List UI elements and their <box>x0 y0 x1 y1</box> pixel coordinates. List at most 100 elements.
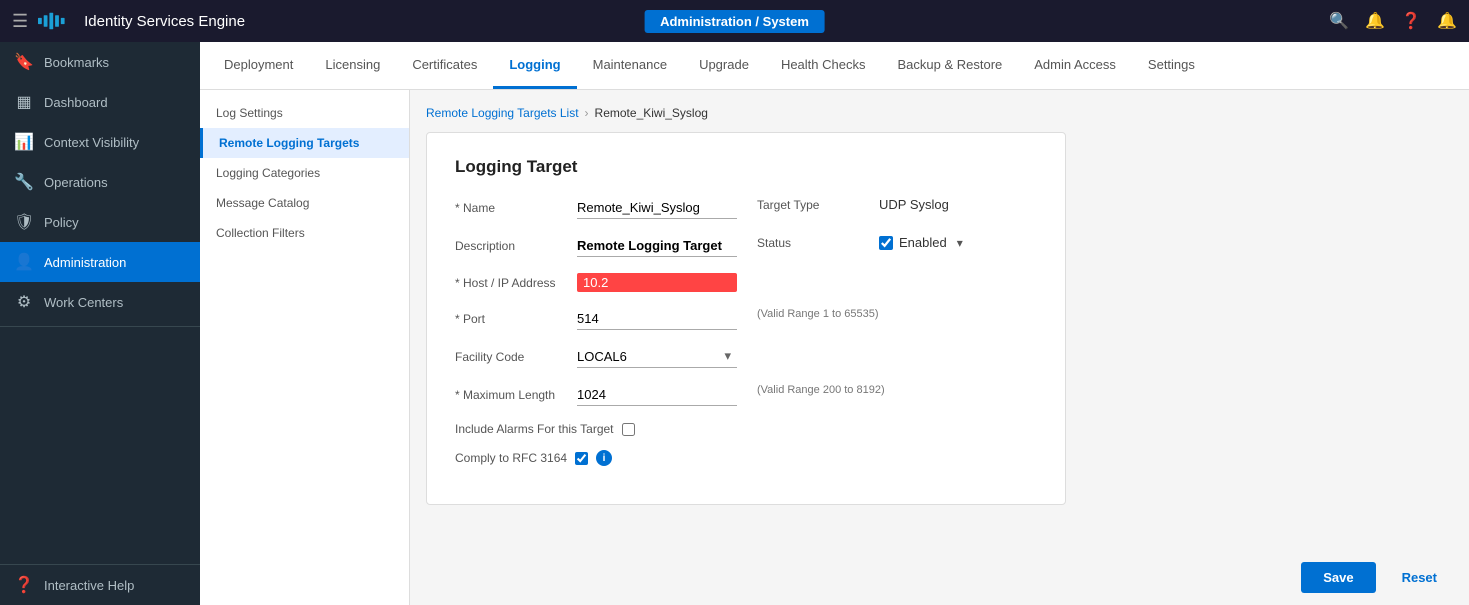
name-label: * Name <box>455 201 565 215</box>
page-body: Remote Logging Targets List › Remote_Kiw… <box>410 90 1469 605</box>
sidebar-label-context-visibility: Context Visibility <box>44 135 139 150</box>
tab-settings[interactable]: Settings <box>1132 42 1211 89</box>
sidebar-label-dashboard: Dashboard <box>44 95 108 110</box>
main-layout: 🔖 Bookmarks ▦ Dashboard 📊 Context Visibi… <box>0 42 1469 605</box>
interactive-help-icon: ❓ <box>14 575 34 595</box>
status-label: Status <box>757 236 867 250</box>
form-row-facility: Facility Code LOCAL6 LOCAL0 LOCAL1 LOCAL… <box>455 346 1037 368</box>
sidebar-item-bookmarks[interactable]: 🔖 Bookmarks <box>0 42 200 82</box>
form-col-name: * Name <box>455 197 737 219</box>
name-input[interactable] <box>577 197 737 219</box>
operations-icon: 🔧 <box>14 172 34 192</box>
reset-button[interactable]: Reset <box>1386 562 1453 593</box>
facility-label: Facility Code <box>455 350 565 364</box>
sidebar-label-bookmarks: Bookmarks <box>44 55 109 70</box>
breadcrumb-separator: › <box>585 106 589 120</box>
host-label: * Host / IP Address <box>455 276 565 290</box>
top-icons: 🔍 🔔 ❓ 🔔 <box>1329 11 1457 31</box>
max-length-label: * Maximum Length <box>455 388 565 402</box>
alerts-icon[interactable]: 🔔 <box>1437 11 1457 31</box>
sub-nav-remote-logging-targets[interactable]: Remote Logging Targets <box>200 128 409 158</box>
sidebar-bottom: ❓ Interactive Help <box>0 564 200 605</box>
sub-nav-logging-categories[interactable]: Logging Categories <box>200 158 409 188</box>
sidebar-item-operations[interactable]: 🔧 Operations <box>0 162 200 202</box>
include-alarms-row: Include Alarms For this Target <box>455 422 1037 436</box>
tab-bar: Deployment Licensing Certificates Loggin… <box>200 42 1469 90</box>
form-col-port-hint: (Valid Range 1 to 65535) <box>757 308 1037 320</box>
tab-certificates[interactable]: Certificates <box>396 42 493 89</box>
form-col-target-type: Target Type UDP Syslog <box>757 197 1037 212</box>
status-value: Enabled <box>899 235 947 250</box>
sidebar-label-administration: Administration <box>44 255 126 270</box>
form-col-host: * Host / IP Address <box>455 273 1037 292</box>
sidebar-item-dashboard[interactable]: ▦ Dashboard <box>0 82 200 122</box>
port-input[interactable] <box>577 308 737 330</box>
form-row-host: * Host / IP Address <box>455 273 1037 292</box>
sub-nav: Log Settings Remote Logging Targets Logg… <box>200 90 410 605</box>
save-button[interactable]: Save <box>1301 562 1375 593</box>
form-col-port: * Port <box>455 308 737 330</box>
host-input[interactable] <box>577 273 737 292</box>
top-header: ☰ Identity Services Engine Administratio… <box>0 0 1469 42</box>
tab-health-checks[interactable]: Health Checks <box>765 42 882 89</box>
sidebar-item-work-centers[interactable]: ⚙ Work Centers <box>0 282 200 322</box>
form-col-status: Status Enabled ▾ <box>757 235 1037 250</box>
target-type-value: UDP Syslog <box>879 197 949 212</box>
facility-select-wrapper: LOCAL6 LOCAL0 LOCAL1 LOCAL2 LOCAL3 LOCAL… <box>577 346 737 368</box>
comply-rfc-info-icon[interactable]: i <box>596 450 612 466</box>
cisco-logo-icon <box>38 11 76 31</box>
sidebar-item-interactive-help[interactable]: ❓ Interactive Help <box>0 565 200 605</box>
sidebar: 🔖 Bookmarks ▦ Dashboard 📊 Context Visibi… <box>0 42 200 605</box>
description-input[interactable] <box>577 235 737 257</box>
tab-deployment[interactable]: Deployment <box>208 42 309 89</box>
max-length-input[interactable] <box>577 384 737 406</box>
sidebar-divider <box>0 326 200 327</box>
form-row-name: * Name Target Type UDP Syslog <box>455 197 1037 219</box>
sidebar-item-context-visibility[interactable]: 📊 Context Visibility <box>0 122 200 162</box>
sidebar-label-interactive-help: Interactive Help <box>44 578 134 593</box>
breadcrumb-link[interactable]: Remote Logging Targets List <box>426 106 579 120</box>
tab-upgrade[interactable]: Upgrade <box>683 42 765 89</box>
work-centers-icon: ⚙ <box>14 292 34 312</box>
sidebar-item-administration[interactable]: 👤 Administration <box>0 242 200 282</box>
tab-licensing[interactable]: Licensing <box>309 42 396 89</box>
description-label: Description <box>455 239 565 253</box>
comply-rfc-label: Comply to RFC 3164 <box>455 451 567 465</box>
form-col-max-length: * Maximum Length <box>455 384 737 406</box>
bookmarks-icon: 🔖 <box>14 52 34 72</box>
status-badge: Enabled ▾ <box>879 235 963 250</box>
logging-target-card: Logging Target * Name Target Type UDP Sy… <box>426 132 1066 505</box>
sub-nav-collection-filters[interactable]: Collection Filters <box>200 218 409 248</box>
port-hint: (Valid Range 1 to 65535) <box>757 308 879 320</box>
form-row-max-length: * Maximum Length (Valid Range 200 to 819… <box>455 384 1037 406</box>
include-alarms-checkbox[interactable] <box>622 423 635 436</box>
breadcrumb-current: Remote_Kiwi_Syslog <box>595 106 708 120</box>
form-row-port: * Port (Valid Range 1 to 65535) <box>455 308 1037 330</box>
tab-backup-restore[interactable]: Backup & Restore <box>881 42 1018 89</box>
header-breadcrumb: Administration / System <box>644 10 825 33</box>
hamburger-menu[interactable]: ☰ <box>12 11 28 32</box>
dashboard-icon: ▦ <box>14 92 34 112</box>
administration-icon: 👤 <box>14 252 34 272</box>
sidebar-item-policy[interactable]: 🛡 Policy <box>0 202 200 242</box>
brand: Identity Services Engine <box>38 11 245 31</box>
context-visibility-icon: 📊 <box>14 132 34 152</box>
tab-maintenance[interactable]: Maintenance <box>577 42 683 89</box>
sub-nav-message-catalog[interactable]: Message Catalog <box>200 188 409 218</box>
tab-logging[interactable]: Logging <box>493 42 576 89</box>
notifications-icon[interactable]: 🔔 <box>1365 11 1385 31</box>
help-icon[interactable]: ❓ <box>1401 11 1421 31</box>
facility-select[interactable]: LOCAL6 LOCAL0 LOCAL1 LOCAL2 LOCAL3 LOCAL… <box>577 346 737 368</box>
status-checkbox[interactable] <box>879 236 893 250</box>
search-icon[interactable]: 🔍 <box>1329 11 1349 31</box>
max-length-hint: (Valid Range 200 to 8192) <box>757 384 885 396</box>
action-bar: Save Reset <box>1285 550 1469 605</box>
tab-admin-access[interactable]: Admin Access <box>1018 42 1132 89</box>
sidebar-label-operations: Operations <box>44 175 108 190</box>
comply-rfc-checkbox[interactable] <box>575 452 588 465</box>
sub-nav-log-settings[interactable]: Log Settings <box>200 98 409 128</box>
include-alarms-label: Include Alarms For this Target <box>455 422 614 436</box>
port-label: * Port <box>455 312 565 326</box>
policy-icon: 🛡 <box>14 212 34 232</box>
status-dropdown-arrow[interactable]: ▾ <box>957 236 963 250</box>
